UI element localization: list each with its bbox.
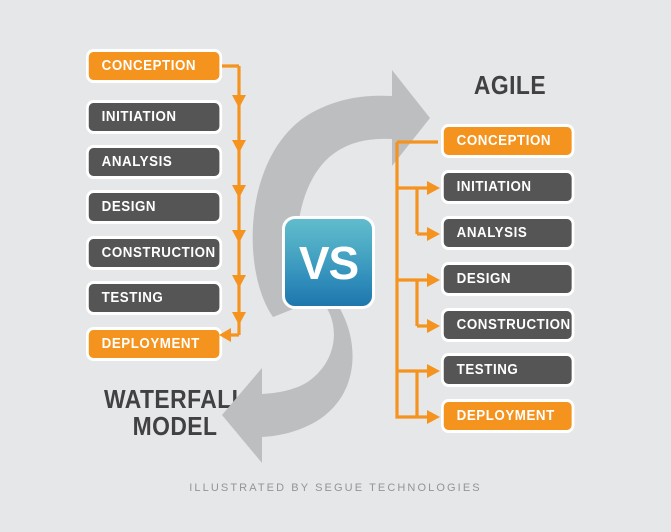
waterfall-phase-construction[interactable]: CONSTRUCTION (86, 236, 223, 270)
waterfall-arrowheads (232, 95, 246, 325)
agile-spine-to-group3 (395, 402, 417, 419)
waterfall-title-line2: MODEL (132, 411, 218, 442)
waterfall-phase-label: INITIATION (101, 109, 177, 125)
waterfall-title-line1: WATERFALL (103, 384, 247, 414)
waterfall-phase-label: CONCEPTION (101, 58, 197, 74)
agile-phase-label: DESIGN (456, 271, 512, 287)
agile-phase-conception[interactable]: CONCEPTION (441, 124, 575, 158)
agile-phase-label: ANALYSIS (456, 225, 528, 241)
waterfall-phase-testing[interactable]: TESTING (86, 281, 223, 315)
waterfall-phase-label: DEPLOYMENT (101, 336, 200, 352)
agile-phase-testing[interactable]: TESTING (441, 353, 575, 387)
agile-phase-construction[interactable]: CONSTRUCTION (441, 308, 575, 342)
waterfall-phase-deployment[interactable]: DEPLOYMENT (86, 327, 223, 361)
agile-phase-label: TESTING (456, 362, 519, 378)
footer-credit: ILLUSTRATED BY SEGUE TECHNOLOGIES (189, 482, 482, 494)
agile-phase-label: CONCEPTION (456, 133, 552, 149)
agile-phase-label: CONSTRUCTION (456, 317, 571, 333)
waterfall-phase-design[interactable]: DESIGN (86, 190, 223, 224)
agile-phase-label: INITIATION (456, 179, 532, 195)
agile-phase-deployment[interactable]: DEPLOYMENT (441, 399, 575, 433)
waterfall-phase-conception[interactable]: CONCEPTION (86, 49, 223, 83)
agile-arrowheads (427, 181, 440, 424)
vs-badge: VS (282, 216, 375, 309)
waterfall-phase-label: ANALYSIS (101, 154, 173, 170)
agile-phase-initiation[interactable]: INITIATION (441, 170, 575, 204)
waterfall-phase-analysis[interactable]: ANALYSIS (86, 145, 223, 179)
agile-phase-design[interactable]: DESIGN (441, 262, 575, 296)
agile-phase-analysis[interactable]: ANALYSIS (441, 216, 575, 250)
agile-title: AGILE (473, 70, 547, 100)
vs-label: VS (298, 236, 359, 289)
waterfall-phase-initiation[interactable]: INITIATION (86, 100, 223, 134)
waterfall-phase-label: DESIGN (101, 199, 157, 215)
infographic-canvas: CONCEPTION INITIATION ANALYSIS DESIGN CO… (0, 0, 671, 532)
waterfall-phase-label: TESTING (101, 290, 164, 306)
waterfall-phase-label: CONSTRUCTION (101, 245, 216, 261)
agile-phase-label: DEPLOYMENT (456, 408, 555, 424)
waterfall-title: WATERFALL MODEL (74, 384, 276, 442)
